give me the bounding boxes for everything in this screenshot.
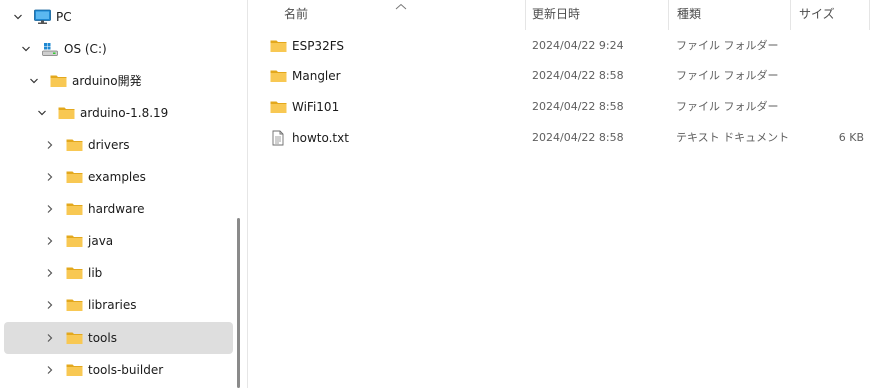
file-name: Mangler bbox=[292, 69, 341, 83]
chevron-down-icon[interactable] bbox=[20, 43, 32, 55]
folder-icon bbox=[66, 201, 83, 217]
file-row[interactable]: ESP32FS 2024/04/22 9:24 ファイル フォルダー bbox=[264, 31, 864, 61]
file-explorer: PC OS (C:) arduino開発 arduino-1.8.19 driv… bbox=[0, 0, 880, 388]
nav-item-arduino-dev[interactable]: arduino開発 bbox=[4, 65, 233, 97]
chevron-down-icon[interactable] bbox=[12, 11, 24, 23]
nav-item-lib[interactable]: lib bbox=[4, 257, 233, 289]
nav-item-label: java bbox=[88, 234, 114, 248]
chevron-right-icon[interactable] bbox=[44, 139, 56, 151]
column-header-size[interactable]: サイズ bbox=[791, 0, 870, 30]
folder-icon bbox=[270, 99, 287, 115]
chevron-right-icon[interactable] bbox=[44, 299, 56, 311]
text-file-icon bbox=[270, 130, 287, 146]
nav-item-label: hardware bbox=[88, 202, 145, 216]
folder-icon bbox=[66, 362, 83, 378]
nav-item-java[interactable]: java bbox=[4, 225, 233, 257]
pc-icon bbox=[34, 9, 51, 25]
nav-item-examples[interactable]: examples bbox=[4, 161, 233, 193]
file-date: 2024/04/22 8:58 bbox=[532, 131, 624, 144]
file-size: 6 KB bbox=[838, 131, 864, 144]
nav-item-label: OS (C:) bbox=[64, 42, 107, 56]
nav-scrollbar[interactable] bbox=[237, 218, 240, 388]
folder-icon bbox=[50, 73, 67, 89]
file-date: 2024/04/22 9:24 bbox=[532, 39, 624, 52]
nav-item-label: libraries bbox=[88, 298, 137, 312]
file-date: 2024/04/22 8:58 bbox=[532, 69, 624, 82]
file-row[interactable]: Mangler 2024/04/22 8:58 ファイル フォルダー bbox=[264, 61, 864, 91]
chevron-right-icon[interactable] bbox=[44, 203, 56, 215]
column-header-type[interactable]: 種類 bbox=[669, 0, 791, 30]
folder-icon bbox=[58, 105, 75, 121]
folder-icon bbox=[270, 68, 287, 84]
file-type: ファイル フォルダー bbox=[676, 100, 779, 113]
nav-item-label: tools-builder bbox=[88, 363, 164, 377]
file-name: ESP32FS bbox=[292, 39, 345, 53]
folder-icon bbox=[66, 297, 83, 313]
nav-item-label: drivers bbox=[88, 138, 130, 152]
nav-item-label: lib bbox=[88, 266, 103, 280]
file-name: howto.txt bbox=[292, 131, 349, 145]
nav-item-libraries[interactable]: libraries bbox=[4, 289, 233, 321]
chevron-right-icon[interactable] bbox=[44, 235, 56, 247]
file-list-pane: 名前 更新日時 種類 サイズ ESP32FS 2024/04/22 9:24 フ… bbox=[248, 0, 880, 388]
chevron-down-icon[interactable] bbox=[28, 75, 40, 87]
file-row[interactable]: WiFi101 2024/04/22 8:58 ファイル フォルダー bbox=[264, 92, 864, 122]
file-type: ファイル フォルダー bbox=[676, 69, 779, 82]
nav-item-arduino-1819[interactable]: arduino-1.8.19 bbox=[4, 97, 233, 129]
nav-item-label: PC bbox=[56, 10, 72, 24]
nav-item-pc[interactable]: PC bbox=[4, 1, 233, 33]
file-type: テキスト ドキュメント bbox=[676, 131, 790, 144]
chevron-right-icon[interactable] bbox=[44, 171, 56, 183]
drive-icon bbox=[42, 41, 58, 57]
nav-item-drivers[interactable]: drivers bbox=[4, 129, 233, 161]
folder-icon bbox=[66, 233, 83, 249]
nav-item-hardware[interactable]: hardware bbox=[4, 193, 233, 225]
folder-icon bbox=[66, 169, 83, 185]
nav-item-tools[interactable]: tools bbox=[4, 322, 233, 354]
navigation-pane: PC OS (C:) arduino開発 arduino-1.8.19 driv… bbox=[0, 0, 244, 388]
nav-item-tools-builder[interactable]: tools-builder bbox=[4, 354, 233, 386]
folder-icon bbox=[66, 137, 83, 153]
nav-item-label: arduino開発 bbox=[72, 74, 142, 88]
chevron-right-icon[interactable] bbox=[44, 332, 56, 344]
column-header-date[interactable]: 更新日時 bbox=[524, 0, 669, 30]
nav-item-label: examples bbox=[88, 170, 146, 184]
nav-item-label: tools bbox=[88, 331, 117, 345]
nav-item-label: arduino-1.8.19 bbox=[80, 106, 169, 120]
sort-ascending-icon bbox=[394, 0, 408, 10]
nav-item-os-drive[interactable]: OS (C:) bbox=[4, 33, 233, 65]
folder-icon bbox=[66, 330, 83, 346]
chevron-down-icon[interactable] bbox=[36, 107, 48, 119]
column-header-row: 名前 更新日時 種類 サイズ bbox=[248, 0, 880, 30]
chevron-right-icon[interactable] bbox=[44, 267, 56, 279]
folder-icon bbox=[66, 265, 83, 281]
folder-icon bbox=[270, 38, 287, 54]
file-date: 2024/04/22 8:58 bbox=[532, 100, 624, 113]
chevron-right-icon[interactable] bbox=[44, 364, 56, 376]
file-name: WiFi101 bbox=[292, 100, 340, 114]
file-type: ファイル フォルダー bbox=[676, 39, 779, 52]
file-row[interactable]: howto.txt 2024/04/22 8:58 テキスト ドキュメント 6 … bbox=[264, 123, 864, 153]
